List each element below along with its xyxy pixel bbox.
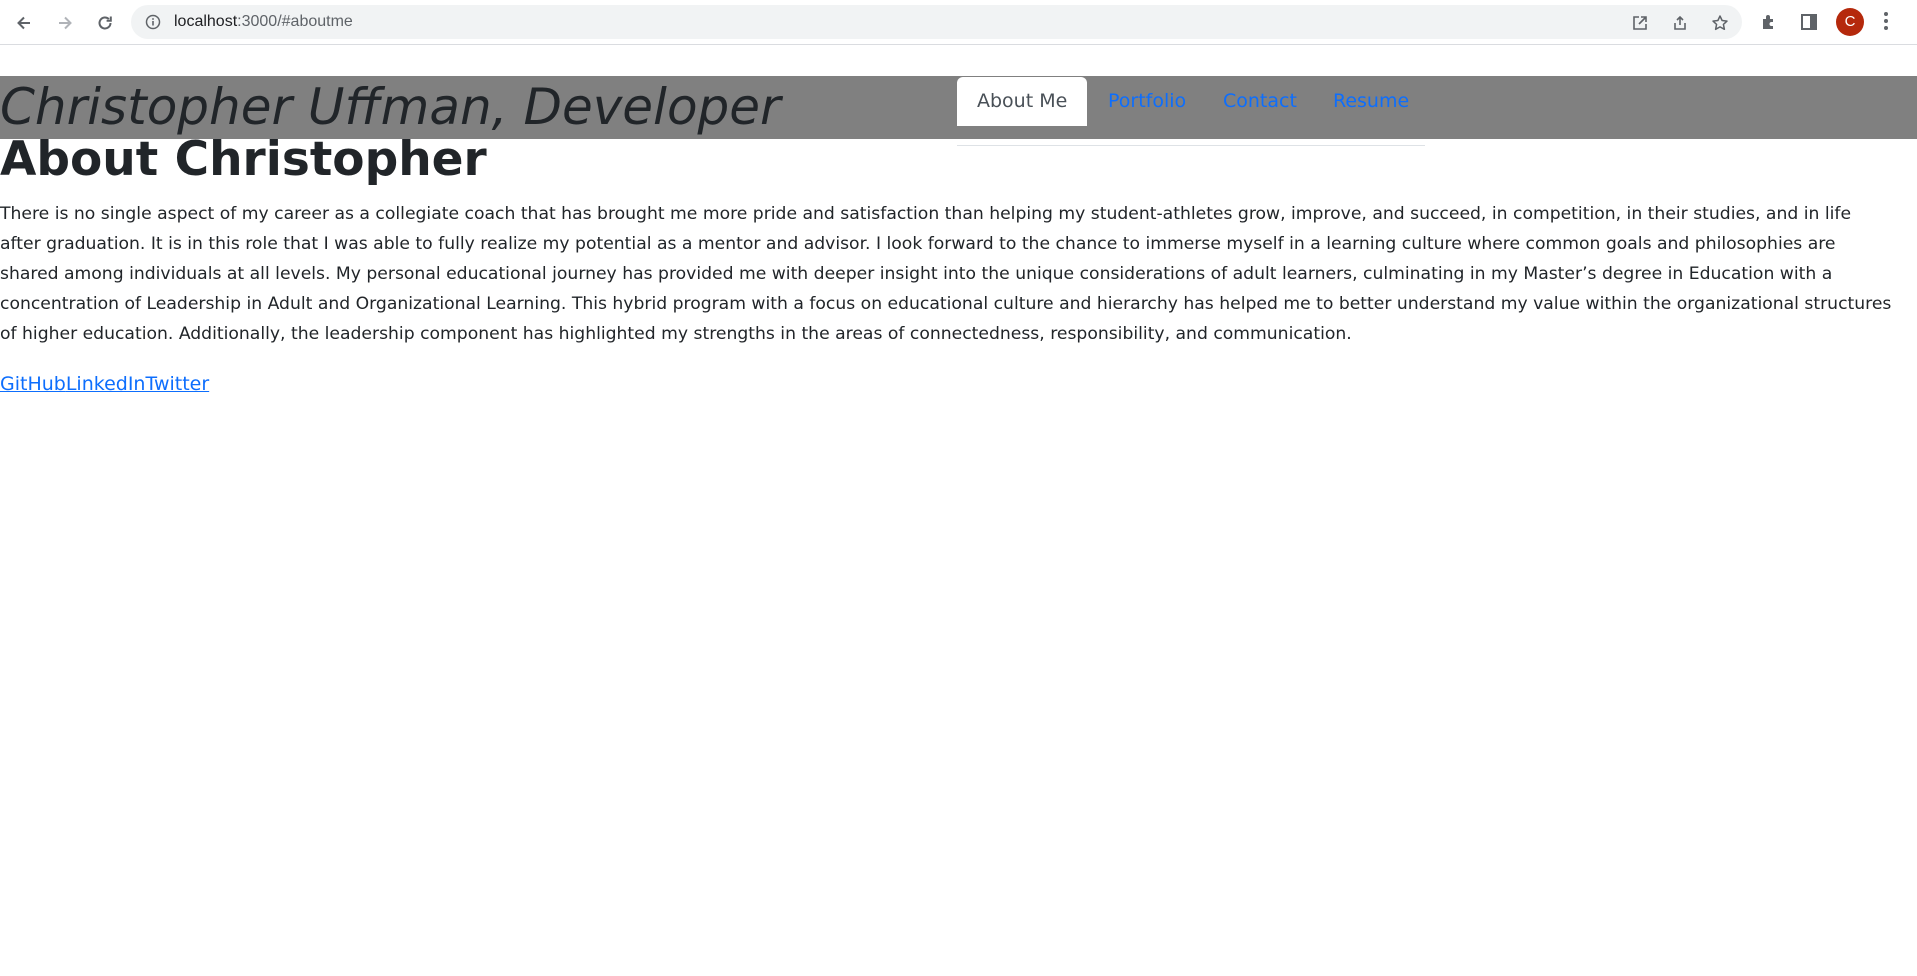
nav-tabs: About Me Portfolio Contact Resume (957, 77, 1425, 146)
linkedin-link[interactable]: LinkedIn (66, 373, 146, 395)
url-path: :3000/#aboutme (237, 13, 353, 30)
forward-arrow-icon[interactable] (52, 10, 78, 36)
back-arrow-icon[interactable] (11, 10, 37, 36)
profile-avatar[interactable]: C (1836, 8, 1864, 36)
info-icon[interactable] (145, 14, 161, 30)
browser-toolbar: localhost:3000/#aboutme C (0, 0, 1917, 45)
tab-portfolio[interactable]: Portfolio (1088, 77, 1206, 126)
url-text[interactable]: localhost:3000/#aboutme (174, 13, 353, 31)
extensions-icon[interactable] (1759, 12, 1779, 32)
share-icon[interactable] (1671, 14, 1689, 32)
menu-icon[interactable] (1883, 12, 1889, 32)
github-link[interactable]: GitHub (0, 373, 66, 395)
bio-paragraph: There is no single aspect of my career a… (0, 204, 1892, 344)
page-heading: About Christopher (0, 132, 487, 187)
social-links: GitHubLinkedInTwitter (0, 370, 209, 398)
twitter-link[interactable]: Twitter (145, 373, 209, 395)
tab-about-me[interactable]: About Me (957, 77, 1088, 126)
url-host: localhost (174, 13, 238, 30)
tab-contact[interactable]: Contact (1203, 77, 1317, 126)
tab-resume[interactable]: Resume (1313, 77, 1429, 126)
side-panel-icon[interactable] (1799, 12, 1819, 32)
star-icon[interactable] (1711, 14, 1729, 32)
open-in-new-icon[interactable] (1631, 14, 1649, 32)
reload-icon[interactable] (92, 10, 118, 36)
address-bar[interactable]: localhost:3000/#aboutme (131, 5, 1742, 39)
